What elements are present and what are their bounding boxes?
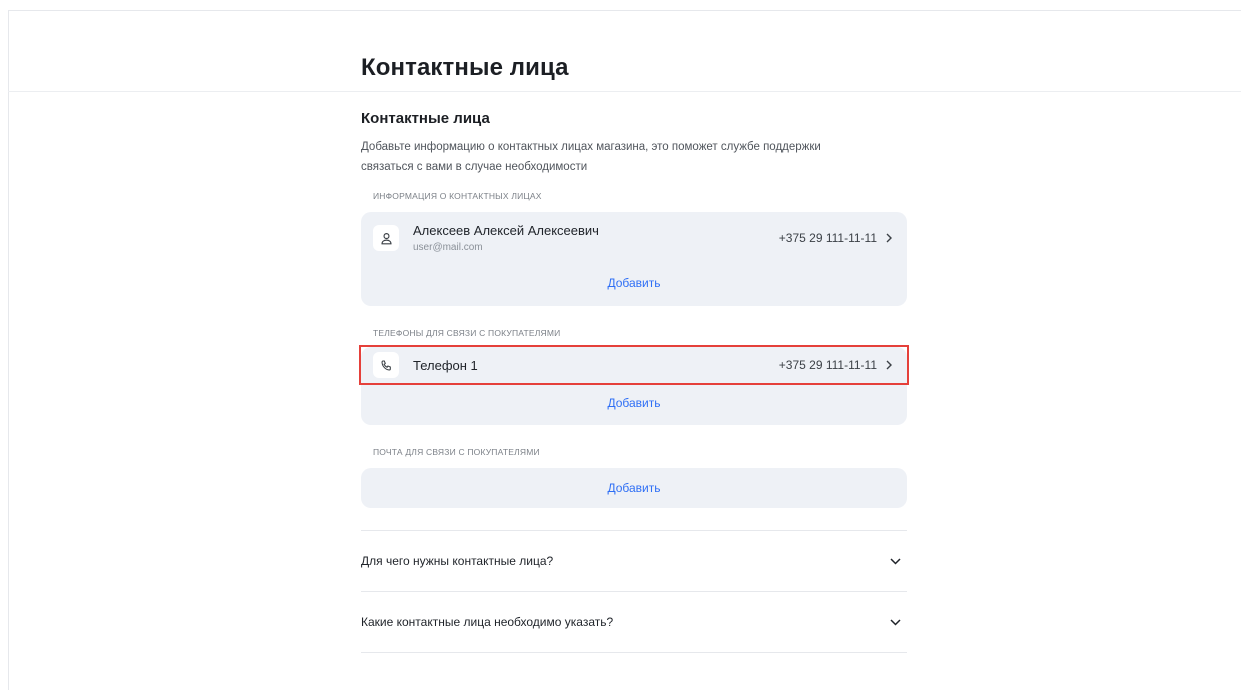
page-title: Контактные лица bbox=[361, 54, 569, 81]
emails-card: Добавить bbox=[361, 468, 907, 508]
section-description: Добавьте информацию о контактных лицах м… bbox=[361, 141, 821, 173]
phones-group-label: ТЕЛЕФОНЫ ДЛЯ СВЯЗИ С ПОКУПАТЕЛЯМИ bbox=[373, 328, 561, 338]
header-divider bbox=[8, 91, 1241, 92]
phone-info: Телефон 1 bbox=[413, 358, 779, 373]
contact-row[interactable]: Алексеев Алексей Алексеевич user@mail.co… bbox=[361, 212, 907, 264]
faq-divider bbox=[361, 652, 907, 653]
phone-name: Телефон 1 bbox=[413, 357, 478, 373]
section-title: Контактные лица bbox=[361, 110, 490, 127]
add-phone-button[interactable]: Добавить bbox=[361, 383, 907, 425]
person-icon bbox=[373, 225, 399, 251]
phone-icon bbox=[373, 352, 399, 378]
contacts-group-label: ИНФОРМАЦИЯ О КОНТАКТНЫХ ЛИЦАХ bbox=[373, 191, 542, 201]
faq-question: Для чего нужны контактные лица? bbox=[361, 554, 554, 568]
chevron-down-icon bbox=[890, 618, 901, 626]
chevron-right-icon bbox=[885, 233, 893, 243]
chevron-down-icon bbox=[890, 557, 901, 565]
contact-info: Алексеев Алексей Алексеевич user@mail.co… bbox=[413, 223, 779, 253]
add-contact-button[interactable]: Добавить bbox=[361, 264, 907, 306]
faq-item[interactable]: Какие контактные лица необходимо указать… bbox=[361, 592, 907, 652]
phone-number: +375 29 111-11-11 bbox=[778, 358, 877, 372]
contacts-content: Контактные лица Добавьте информацию о ко… bbox=[359, 110, 909, 653]
contact-name: Алексеев Алексей Алексеевич bbox=[413, 223, 599, 238]
emails-group-label: ПОЧТА ДЛЯ СВЯЗИ С ПОКУПАТЕЛЯМИ bbox=[373, 447, 540, 457]
contact-email: user@mail.com bbox=[413, 242, 483, 253]
chevron-right-icon bbox=[885, 360, 893, 370]
phones-card: Телефон 1 +375 29 111-11-11 Добавить bbox=[359, 345, 909, 425]
faq-question: Какие контактные лица необходимо указать… bbox=[361, 615, 614, 629]
contacts-card: Алексеев Алексей Алексеевич user@mail.co… bbox=[361, 212, 907, 306]
faq-item[interactable]: Для чего нужны контактные лица? bbox=[361, 531, 907, 591]
contact-phone: +375 29 111-11-11 bbox=[778, 231, 877, 245]
add-email-button[interactable]: Добавить bbox=[361, 468, 907, 508]
phone-row[interactable]: Телефон 1 +375 29 111-11-11 bbox=[359, 345, 909, 385]
